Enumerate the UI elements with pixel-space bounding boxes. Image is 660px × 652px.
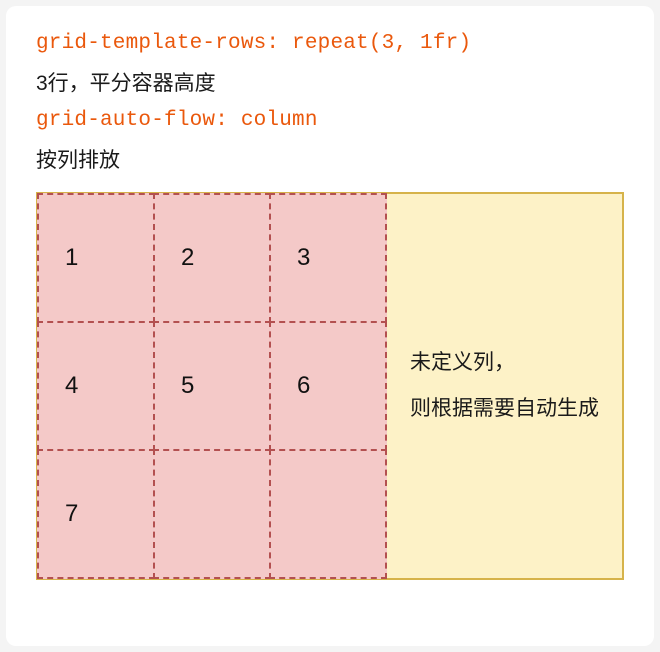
cell-7: 7 <box>37 449 155 579</box>
side-note: 未定义列， 则根据需要自动生成 <box>386 194 622 578</box>
cell-empty-r2c3 <box>153 449 271 579</box>
cell-2: 2 <box>153 193 271 323</box>
cell-5: 5 <box>153 321 271 451</box>
side-note-line-2: 则根据需要自动生成 <box>410 386 622 432</box>
card: grid-template-rows: repeat(3, 1fr) 3行，平分… <box>6 6 654 646</box>
code-line-2: grid-auto-flow: column <box>36 109 624 132</box>
code-line-1: grid-template-rows: repeat(3, 1fr) <box>36 32 624 55</box>
cell-6: 6 <box>269 321 387 451</box>
side-note-line-1: 未定义列， <box>410 340 622 386</box>
cell-3: 3 <box>269 193 387 323</box>
diagram: 1 4 7 2 5 3 6 未定义列， 则根据需要自动生成 <box>36 192 624 580</box>
desc-line-2: 按列排放 <box>36 144 624 174</box>
cell-4: 4 <box>37 321 155 451</box>
grid-zone: 1 4 7 2 5 3 6 <box>38 194 386 578</box>
cell-empty-r3c3 <box>269 449 387 579</box>
desc-line-1: 3行，平分容器高度 <box>36 67 624 97</box>
cell-1: 1 <box>37 193 155 323</box>
